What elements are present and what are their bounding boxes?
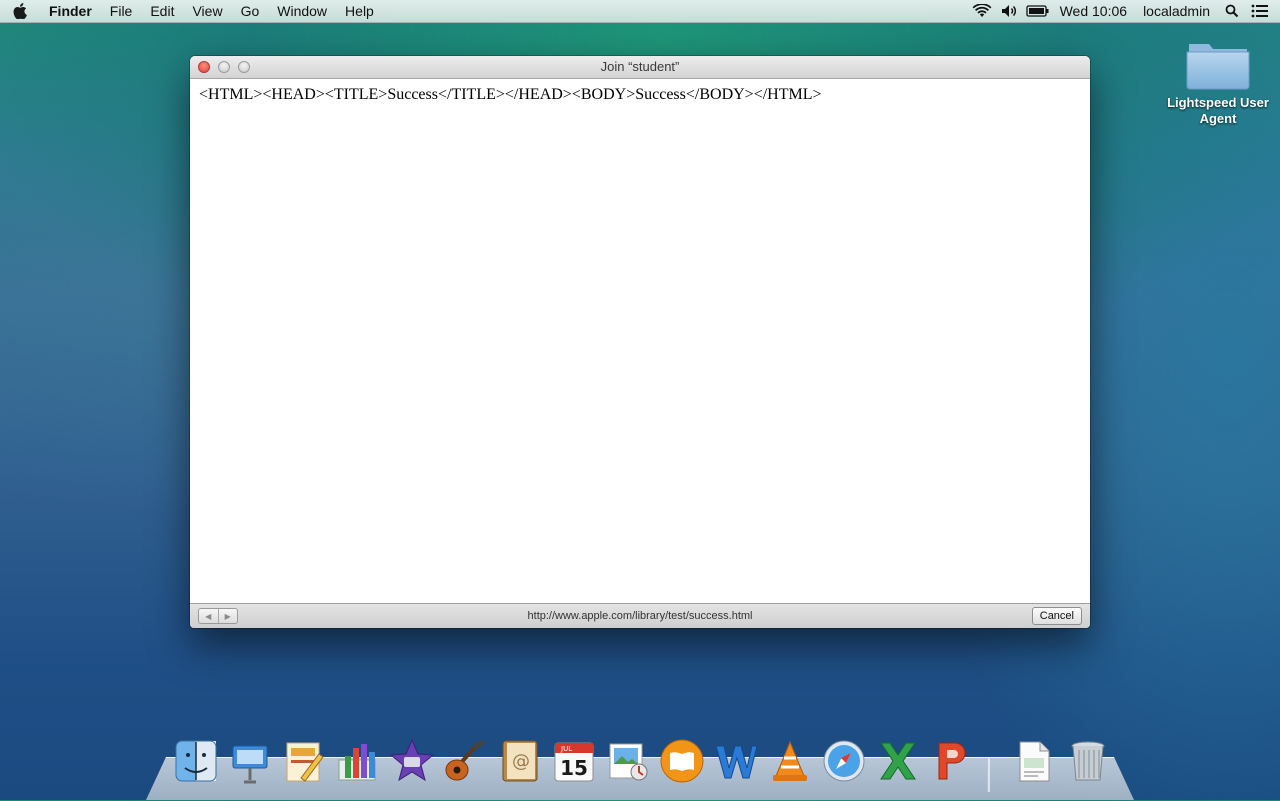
folder-label: Lightspeed User Agent [1167, 95, 1269, 126]
menu-app-name[interactable]: Finder [40, 0, 101, 22]
menu-bar: Finder File Edit View Go Window Help Wed… [0, 0, 1280, 23]
page-content-text: <HTML><HEAD><TITLE>Success</TITLE></HEAD… [199, 86, 822, 103]
window-status-bar: ◀ ▶ http://www.apple.com/library/test/su… [190, 603, 1090, 628]
join-network-window: Join “student” <HTML><HEAD><TITLE>Succes… [190, 56, 1090, 628]
ibooks-icon[interactable] [658, 736, 706, 786]
menu-help[interactable]: Help [336, 0, 383, 22]
preview-icon[interactable] [604, 736, 652, 786]
powerpoint-icon[interactable] [928, 736, 976, 786]
finder-icon[interactable] [172, 736, 220, 786]
calendar-day: 15 [560, 756, 588, 780]
volume-icon[interactable] [996, 0, 1024, 22]
pages-icon[interactable] [280, 736, 328, 786]
user-name[interactable]: localadmin [1135, 0, 1218, 22]
battery-icon[interactable] [1024, 0, 1052, 22]
dock-separator [987, 758, 990, 792]
notification-center-icon[interactable] [1246, 0, 1274, 22]
folder-icon [1160, 38, 1276, 95]
trash-icon[interactable] [1064, 736, 1112, 786]
word-icon[interactable] [712, 736, 760, 786]
contacts-icon[interactable]: @ [496, 736, 544, 786]
menu-file[interactable]: File [101, 0, 142, 22]
safari-icon[interactable] [820, 736, 868, 786]
document-icon[interactable] [1010, 736, 1058, 786]
apple-menu-icon[interactable] [0, 3, 40, 19]
wifi-icon[interactable] [968, 0, 996, 22]
calendar-icon[interactable]: JUL 15 [550, 736, 598, 786]
numbers-icon[interactable] [334, 736, 382, 786]
menu-edit[interactable]: Edit [141, 0, 183, 22]
menu-go[interactable]: Go [232, 0, 269, 22]
clock[interactable]: Wed 10:06 [1052, 0, 1135, 22]
desktop-folder[interactable]: Lightspeed User Agent [1160, 38, 1276, 127]
keynote-icon[interactable] [226, 736, 274, 786]
garageband-icon[interactable] [442, 736, 490, 786]
calendar-month: JUL [560, 745, 572, 753]
spotlight-search-icon[interactable] [1218, 0, 1246, 22]
svg-text:@: @ [512, 751, 530, 772]
imovie-icon[interactable] [388, 736, 436, 786]
window-titlebar[interactable]: Join “student” [190, 56, 1090, 79]
window-title: Join “student” [600, 59, 680, 74]
menu-window[interactable]: Window [268, 0, 336, 22]
excel-icon[interactable] [874, 736, 922, 786]
url-label: http://www.apple.com/library/test/succes… [527, 610, 753, 622]
web-content-area[interactable]: <HTML><HEAD><TITLE>Success</TITLE></HEAD… [190, 79, 1090, 604]
cancel-button[interactable]: Cancel [1031, 607, 1082, 625]
vlc-icon[interactable] [766, 736, 814, 786]
menu-view[interactable]: View [183, 0, 231, 22]
